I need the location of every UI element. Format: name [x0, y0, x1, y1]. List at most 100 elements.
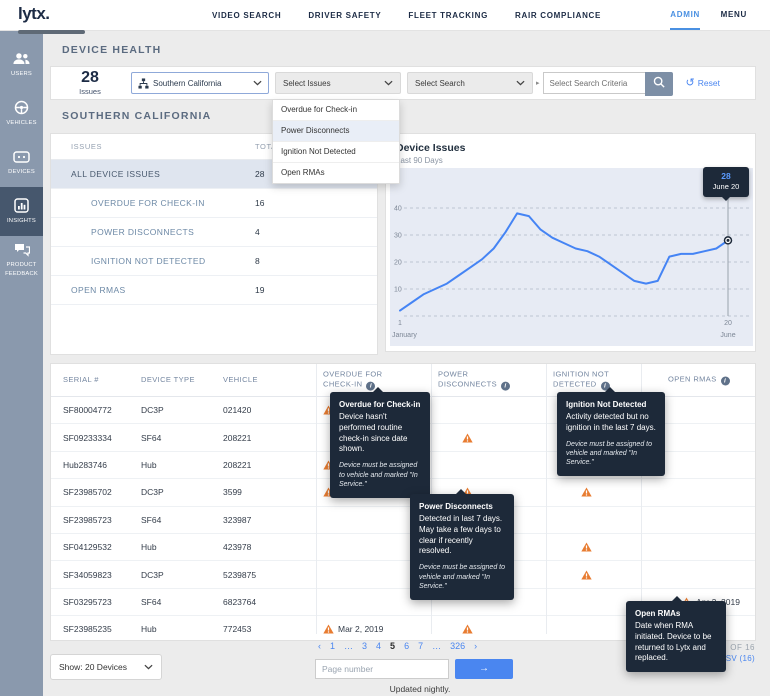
sidebar-item-product-feedback[interactable]: PRODUCT FEEDBACK	[0, 236, 43, 285]
nav-link-video-search[interactable]: VIDEO SEARCH	[212, 11, 281, 20]
nav-link-fleet-tracking[interactable]: FLEET TRACKING	[408, 11, 488, 20]
page-7[interactable]: 7	[418, 641, 423, 651]
sidebar-item-vehicles[interactable]: VEHICLES	[0, 89, 43, 138]
cell-serial: SF09233334	[63, 432, 112, 443]
summary-row-value: 16	[255, 198, 265, 208]
nav-link-rair-compliance[interactable]: RAIR COMPLIANCE	[515, 11, 601, 20]
cell-vehicle: 3599	[223, 487, 242, 498]
chevron-down-icon	[384, 80, 393, 86]
updated-note: Updated nightly.	[389, 684, 451, 694]
nav-link-driver-safety[interactable]: DRIVER SAFETY	[308, 11, 381, 20]
page-4[interactable]: 4	[376, 641, 381, 651]
horizontal-scrollbar-thumb[interactable]	[18, 30, 85, 34]
nav-admin-link[interactable]: ADMIN	[670, 0, 700, 30]
cell-device_type: SF64	[141, 432, 162, 443]
col-header-devicetype: DEVICE TYPE	[141, 375, 195, 385]
line-chart-plot[interactable]: 40 30 20 10 1 January 20 June	[390, 168, 753, 346]
users-icon	[13, 51, 30, 67]
cell-serial: SF80004772	[63, 405, 112, 416]
cell-serial: SF23985702	[63, 487, 112, 498]
sidebar-item-label: PRODUCT FEEDBACK	[5, 262, 38, 277]
page-326[interactable]: 326	[450, 641, 465, 651]
csv-download-link[interactable]: SV (16)	[726, 654, 755, 663]
cell-device_type: DC3P	[141, 405, 164, 416]
cell-serial: SF04129532	[63, 542, 112, 553]
issues-option-ignition-not-detected[interactable]: Ignition Not Detected	[273, 142, 399, 163]
sidebar-item-label: INSIGHTS	[7, 217, 36, 224]
sidebar-item-devices[interactable]: DEVICES	[0, 138, 43, 187]
cell-vehicle: 208221	[223, 432, 252, 443]
cell-power-issue	[462, 624, 473, 634]
chevron-down-icon	[144, 664, 153, 670]
filter-bar: 28 Issues Southern California Select Iss…	[50, 66, 756, 100]
search-criteria-input[interactable]	[542, 72, 645, 94]
chevron-down-icon	[253, 80, 262, 86]
nav-links: VIDEO SEARCH DRIVER SAFETY FLEET TRACKING R…	[212, 0, 601, 30]
svg-text:40: 40	[394, 206, 402, 213]
tooltip-body: Date when RMA initiated. Device to be re…	[635, 621, 712, 663]
tooltip-ignition-not-detected: Ignition Not Detected Activity detected …	[557, 387, 665, 476]
summary-row[interactable]: OPEN RMAS 19	[51, 276, 377, 305]
select-search-dropdown[interactable]: Select Search	[407, 72, 533, 94]
cell-vehicle: 021420	[223, 405, 252, 416]
issues-option-power-disconnects[interactable]: Power Disconnects	[273, 121, 399, 142]
summary-row[interactable]: OVERDUE FOR CHECK-IN 16	[51, 189, 377, 218]
svg-text:10: 10	[394, 287, 402, 294]
steering-wheel-icon	[14, 100, 29, 116]
cell-serial: SF23985235	[63, 624, 112, 635]
separator-arrow-icon: ▸	[536, 80, 540, 87]
table-row[interactable]: SF34059823 DC3P 5239875	[51, 561, 755, 589]
col-header-power-disconnects: POWER DISCONNECTS i	[438, 370, 510, 391]
region-select[interactable]: Southern California	[131, 72, 269, 94]
cell-device_type: DC3P	[141, 487, 164, 498]
tooltip-pointer	[672, 596, 682, 601]
tooltip-note: Device must be assigned to vehicle and m…	[339, 462, 418, 489]
issues-option-overdue-for-check-in[interactable]: Overdue for Check-in	[273, 100, 399, 121]
table-row[interactable]: SF04129532 Hub 423978	[51, 534, 755, 562]
issue-date: Mar 2, 2019	[338, 624, 384, 635]
info-icon[interactable]: i	[501, 381, 510, 391]
info-icon[interactable]: i	[720, 376, 730, 386]
search-button[interactable]	[644, 72, 673, 96]
page-5[interactable]: 5	[390, 641, 395, 651]
page-3[interactable]: 3	[362, 641, 367, 651]
tooltip-pointer	[373, 387, 383, 392]
sidebar-item-label: DEVICES	[8, 168, 35, 175]
table-row[interactable]: SF23985723 SF64 323987	[51, 507, 755, 534]
page-prev[interactable]: ‹	[318, 641, 321, 651]
tooltip-power-disconnects: Power Disconnects Detected in last 7 day…	[410, 489, 514, 600]
tooltip-title: Overdue for Check-in	[339, 400, 421, 409]
show-devices-dropdown[interactable]: Show: 20 Devices	[50, 654, 162, 680]
page-1[interactable]: 1	[330, 641, 335, 651]
reset-label: Reset	[697, 78, 720, 88]
cell-vehicle: 5239875	[223, 569, 257, 580]
page-6[interactable]: 6	[404, 641, 409, 651]
reset-icon: ↺	[685, 76, 695, 89]
sidebar-item-insights[interactable]: INSIGHTS	[0, 187, 43, 236]
device-issues-chart-card: Device Issues Last 90 Days 40 30 20 10 1 Janu…	[385, 133, 756, 352]
col-header-openrmas: OPEN RMAS i	[668, 375, 730, 386]
summary-row[interactable]: POWER DISCONNECTS 4	[51, 218, 377, 247]
page-ellipsis: …	[432, 641, 442, 651]
nav-menu-link[interactable]: MENU	[721, 0, 747, 30]
chart-tooltip-value: 28	[721, 171, 731, 181]
cell-vehicle: 6823764	[223, 596, 257, 607]
page-number-input[interactable]	[315, 659, 449, 679]
select-issues-open-menu: Overdue for Check-in Power Disconnects Ign…	[272, 100, 400, 184]
go-to-page-button[interactable]: →	[455, 659, 513, 679]
reset-button[interactable]: ↺ Reset	[685, 76, 720, 89]
sidebar-item-label: VEHICLES	[6, 119, 37, 126]
show-devices-value: Show: 20 Devices	[59, 662, 128, 672]
page-next[interactable]: ›	[474, 641, 477, 651]
tooltip-open-rmas: Open RMAs Date when RMA initiated. Devic…	[626, 596, 726, 673]
tooltip-title: Power Disconnects	[419, 502, 493, 511]
column-divider	[316, 364, 317, 634]
cell-serial: SF34059823	[63, 569, 112, 580]
select-search-value: Select Search	[415, 78, 465, 88]
issues-option-open-rmas[interactable]: Open RMAs	[273, 163, 399, 183]
warning-icon	[581, 570, 592, 580]
sidebar-item-users[interactable]: USERS	[0, 40, 43, 89]
select-issues-dropdown[interactable]: Select Issues	[275, 72, 401, 94]
summary-row[interactable]: IGNITION NOT DETECTED 8	[51, 247, 377, 276]
tooltip-pointer	[722, 197, 730, 201]
